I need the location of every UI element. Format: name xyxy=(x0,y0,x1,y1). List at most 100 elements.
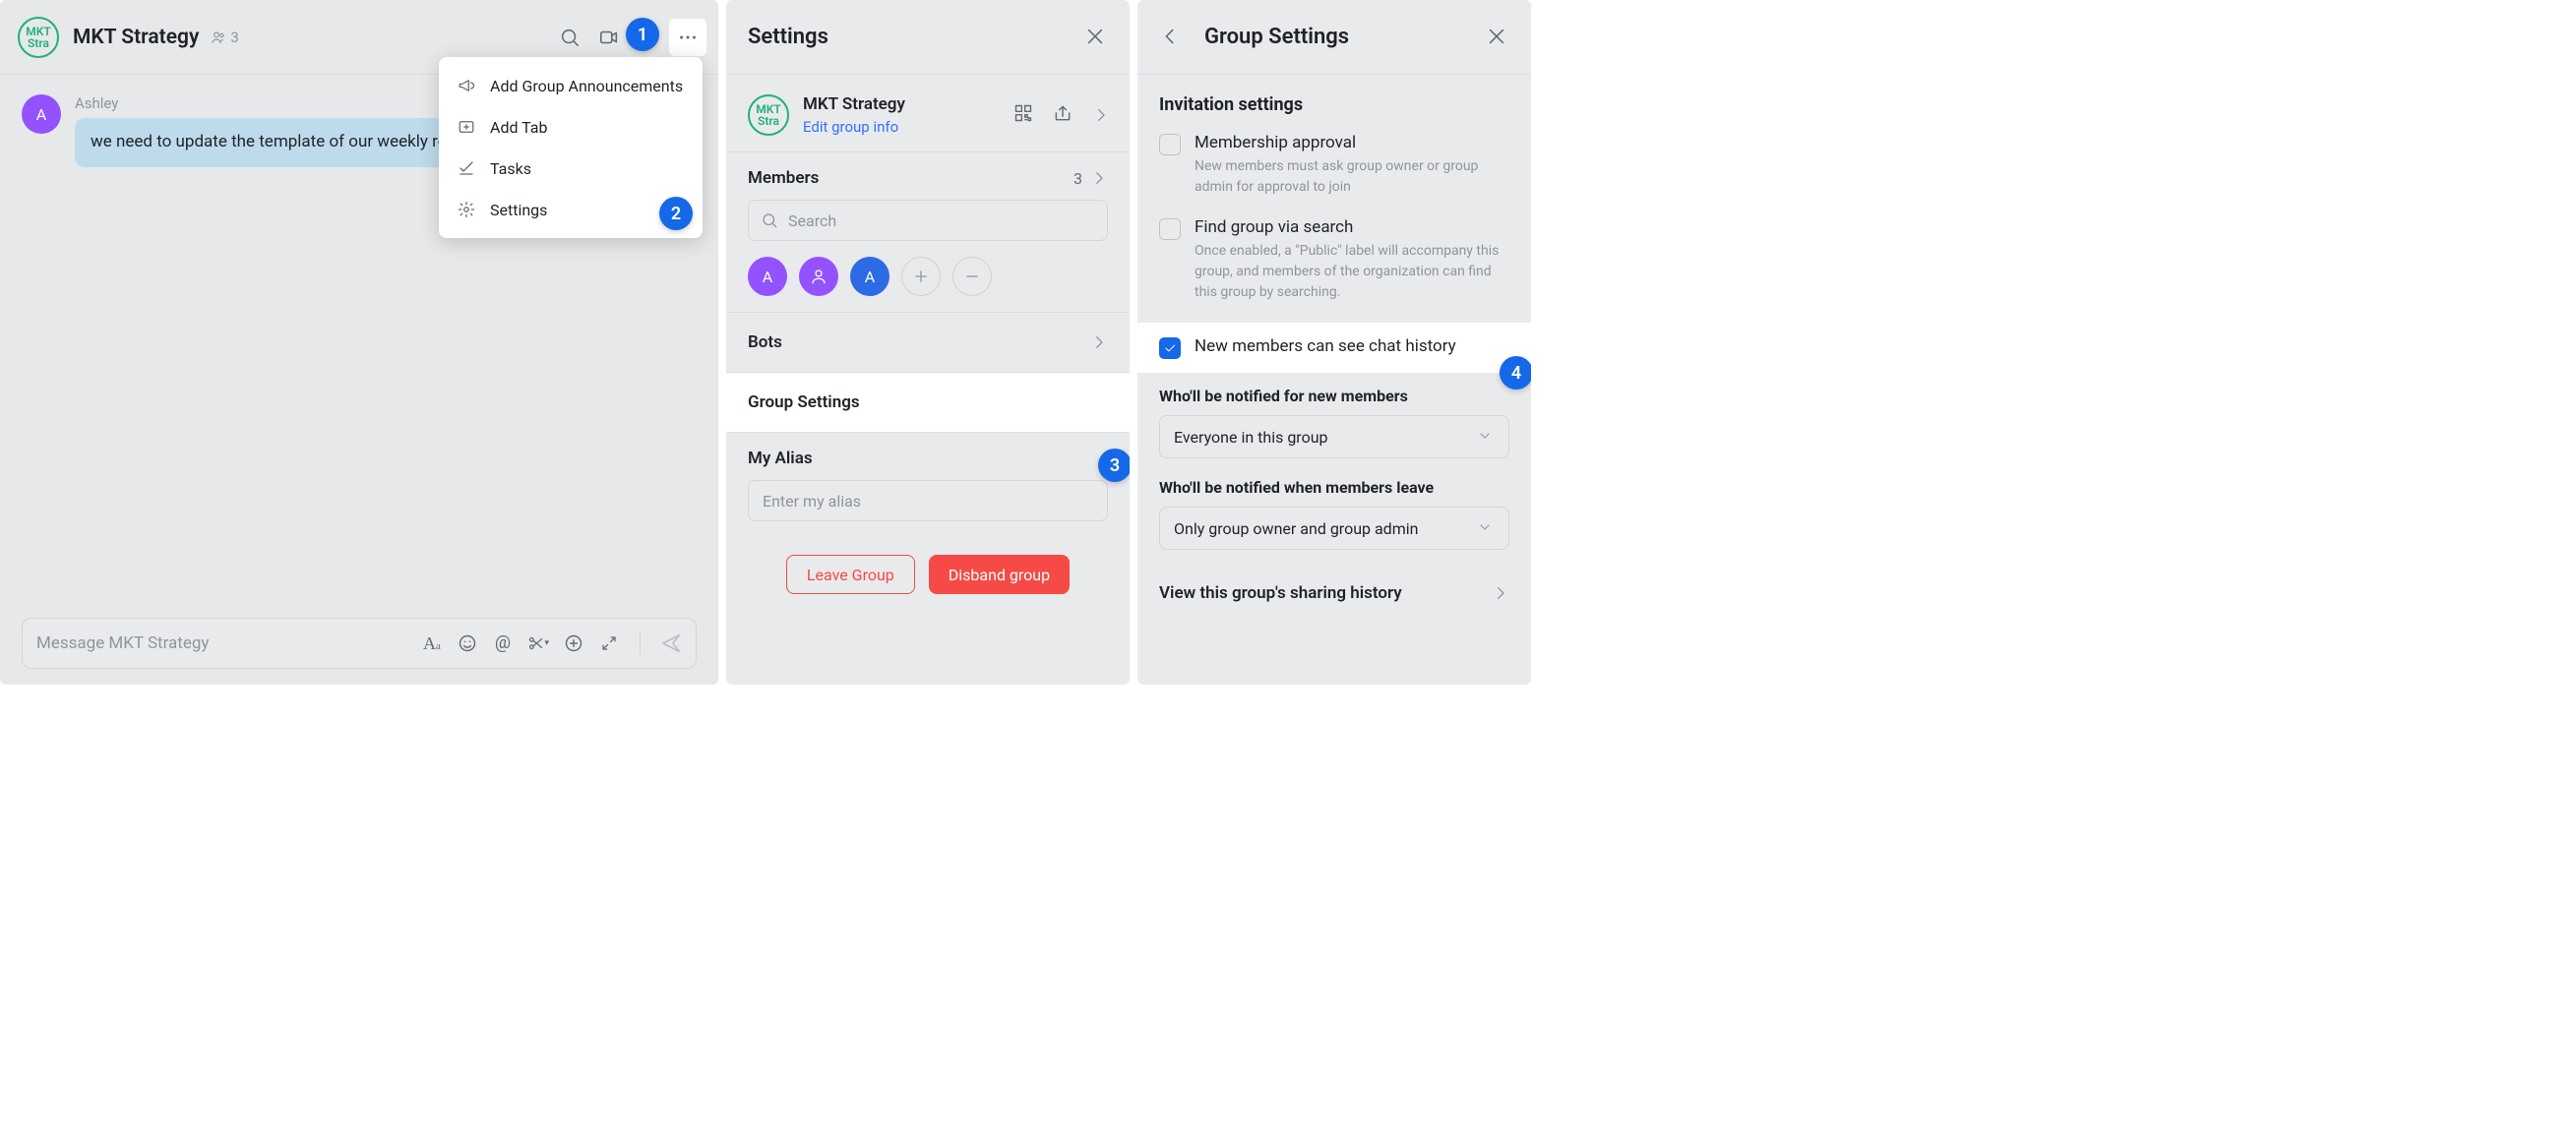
dd-add-tab[interactable]: Add Tab xyxy=(439,106,703,148)
sender-avatar[interactable]: A xyxy=(22,94,61,134)
add-member-button[interactable] xyxy=(901,257,941,296)
mention-icon[interactable]: @ xyxy=(492,632,514,654)
dd-label: Add Group Announcements xyxy=(490,77,683,95)
chat-panel: MKT Stra MKT Strategy 3 1 Add Group Anno… xyxy=(0,0,718,685)
notify-leave-select[interactable]: Only group owner and group admin xyxy=(1159,507,1509,550)
sharing-history-label: View this group's sharing history xyxy=(1159,583,1402,603)
my-alias-section: My Alias Enter my alias xyxy=(726,432,1130,537)
members-icon xyxy=(211,30,226,45)
option-label: Find group via search xyxy=(1195,217,1509,237)
step-badge-3: 3 xyxy=(1098,449,1130,482)
invitation-settings-heading: Invitation settings xyxy=(1159,94,1509,115)
divider xyxy=(640,632,641,655)
step-badge-4: 4 xyxy=(1500,356,1531,390)
more-menu-button[interactable] xyxy=(669,19,706,56)
back-icon[interactable] xyxy=(1159,26,1183,49)
emoji-icon[interactable] xyxy=(457,632,478,654)
group-avatar: MKT Stra xyxy=(748,94,789,136)
chevron-right-icon xyxy=(1492,584,1509,602)
share-icon[interactable] xyxy=(1053,103,1073,127)
checkbox-unchecked[interactable] xyxy=(1159,134,1181,155)
members-section: Members 3 Search A A xyxy=(726,151,1130,312)
member-avatar[interactable]: A xyxy=(748,257,787,296)
edit-group-info-link[interactable]: Edit group info xyxy=(803,118,905,136)
checkbox-unchecked[interactable] xyxy=(1159,218,1181,240)
group-settings-title: Group Settings xyxy=(1204,25,1349,49)
send-icon[interactable] xyxy=(660,632,682,654)
member-avatar[interactable] xyxy=(799,257,838,296)
close-icon[interactable] xyxy=(1084,26,1108,49)
option-label: Membership approval xyxy=(1195,133,1509,152)
dd-label: Add Tab xyxy=(490,118,548,137)
member-count-chip: 3 xyxy=(211,29,238,46)
group-avatar: MKT Stra xyxy=(18,17,59,58)
video-call-icon[interactable] xyxy=(590,19,628,56)
group-settings-panel: Group Settings Invitation settings Membe… xyxy=(1137,0,1531,685)
member-count-value: 3 xyxy=(230,29,238,46)
group-settings-label: Group Settings xyxy=(748,392,860,412)
dd-add-announcements[interactable]: Add Group Announcements xyxy=(439,65,703,106)
members-label: Members xyxy=(748,168,819,188)
membership-approval-option[interactable]: Membership approval New members must ask… xyxy=(1159,133,1509,198)
bots-label: Bots xyxy=(748,332,782,352)
group-name: MKT Strategy xyxy=(803,94,905,114)
member-avatars: A A xyxy=(748,257,1108,296)
disband-group-button[interactable]: Disband group xyxy=(929,555,1070,594)
member-avatar[interactable]: A xyxy=(850,257,889,296)
dd-label: Tasks xyxy=(490,159,531,178)
chevron-right-icon[interactable] xyxy=(1090,169,1108,187)
step-badge-2: 2 xyxy=(659,197,693,230)
notify-new-select[interactable]: Everyone in this group xyxy=(1159,415,1509,458)
group-title: MKT Strategy xyxy=(73,26,199,49)
tasks-icon xyxy=(457,158,476,178)
notify-new-heading: Who'll be notified for new members xyxy=(1159,387,1509,405)
notify-leave-heading: Who'll be notified when members leave xyxy=(1159,478,1509,497)
group-settings-row[interactable]: Group Settings xyxy=(726,372,1130,432)
select-value: Only group owner and group admin xyxy=(1174,519,1418,538)
close-icon[interactable] xyxy=(1486,26,1509,49)
search-icon[interactable] xyxy=(551,19,588,56)
option-label: New members can see chat history xyxy=(1195,336,1456,356)
chevron-down-icon xyxy=(1477,428,1495,446)
search-icon xyxy=(761,211,778,229)
gear-icon xyxy=(457,200,476,219)
person-icon xyxy=(810,268,828,285)
find-via-search-option[interactable]: Find group via search Once enabled, a "P… xyxy=(1159,217,1509,303)
add-attachment-icon[interactable] xyxy=(563,632,584,654)
bots-row[interactable]: Bots xyxy=(726,312,1130,372)
chevron-right-icon xyxy=(1090,333,1108,351)
message-composer[interactable]: Message MKT Strategy Aa @ ▾ xyxy=(22,618,697,669)
alias-input[interactable]: Enter my alias xyxy=(748,480,1108,521)
font-icon[interactable]: Aa xyxy=(421,632,443,654)
leave-group-button[interactable]: Leave Group xyxy=(786,555,915,594)
step-badge-1: 1 xyxy=(626,18,659,51)
expand-icon[interactable] xyxy=(598,632,620,654)
alias-placeholder: Enter my alias xyxy=(763,492,861,511)
chevron-right-icon[interactable] xyxy=(1092,106,1110,124)
group-actions: Leave Group Disband group xyxy=(726,537,1130,604)
checkbox-checked[interactable] xyxy=(1159,337,1181,359)
option-description: New members must ask group owner or grou… xyxy=(1195,156,1509,198)
search-placeholder: Search xyxy=(788,211,836,230)
chat-history-option[interactable]: New members can see chat history xyxy=(1137,323,1531,373)
remove-member-button[interactable] xyxy=(952,257,992,296)
dd-label: Settings xyxy=(490,201,547,219)
option-description: Once enabled, a "Public" label will acco… xyxy=(1195,241,1509,303)
sharing-history-row[interactable]: View this group's sharing history xyxy=(1159,570,1509,603)
settings-header: Settings xyxy=(726,0,1130,75)
members-count: 3 xyxy=(1073,169,1082,188)
chevron-down-icon xyxy=(1477,519,1495,537)
member-search-input[interactable]: Search xyxy=(748,200,1108,241)
settings-title: Settings xyxy=(748,25,828,49)
select-value: Everyone in this group xyxy=(1174,428,1328,447)
composer-placeholder: Message MKT Strategy xyxy=(36,633,421,653)
group-info-row: MKT Stra MKT Strategy Edit group info xyxy=(726,75,1130,151)
my-alias-label: My Alias xyxy=(748,449,813,468)
scissors-icon[interactable]: ▾ xyxy=(527,632,549,654)
add-tab-icon xyxy=(457,117,476,137)
dd-tasks[interactable]: Tasks xyxy=(439,148,703,189)
group-settings-header: Group Settings xyxy=(1137,0,1531,75)
settings-panel: Settings MKT Stra MKT Strategy Edit grou… xyxy=(726,0,1130,685)
qr-code-icon[interactable] xyxy=(1013,103,1033,127)
megaphone-icon xyxy=(457,76,476,95)
